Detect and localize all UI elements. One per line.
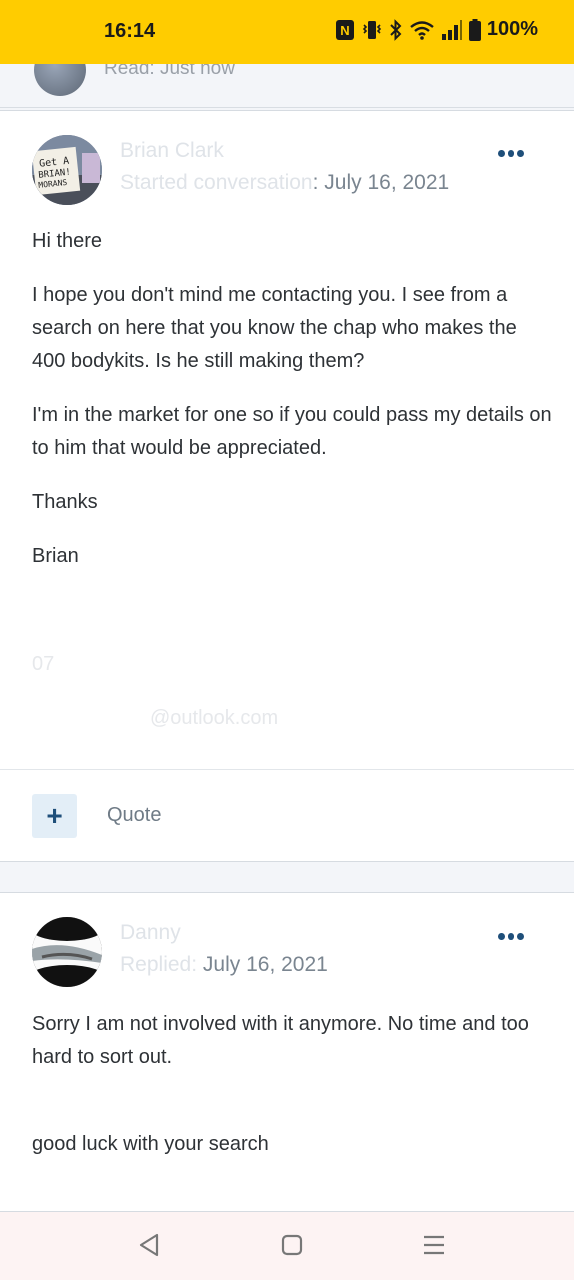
avatar[interactable]: Get A BRIAN! MORANS [32, 135, 102, 205]
wifi-icon [410, 20, 434, 40]
battery-percent: 100% [486, 18, 538, 40]
avatar-image [32, 917, 102, 987]
svg-text:N: N [340, 23, 349, 38]
home-square-icon[interactable] [280, 1232, 304, 1258]
post-meta: Started conversation: July 16, 2021 [120, 171, 449, 195]
author-name[interactable]: Brian Clark [120, 139, 224, 163]
message-paragraph: Brian [32, 545, 79, 567]
email-address: @outlook.com [150, 707, 279, 729]
meta-date: : July 16, 2021 [312, 171, 450, 194]
status-time: 16:14 [104, 20, 156, 42]
signal-icon [441, 19, 462, 40]
previous-avatar[interactable] [34, 64, 86, 96]
message-paragraph: good luck with your search [32, 1133, 269, 1155]
post-meta: Replied: July 16, 2021 [120, 953, 328, 977]
quote-button[interactable]: Quote [107, 804, 161, 827]
vibrate-icon [362, 20, 381, 39]
meta-prefix: Replied: [120, 953, 198, 976]
meta-prefix: Started conversation [120, 171, 313, 194]
more-options-icon[interactable] [498, 931, 525, 941]
author-name[interactable]: Danny [120, 921, 181, 945]
avatar[interactable] [32, 917, 102, 987]
navigation-bar [0, 1212, 574, 1280]
message-paragraph: Thanks [32, 491, 98, 513]
message-paragraph: I hope you don't mind me contacting you.… [32, 284, 517, 372]
message-card-1: Get A BRIAN! MORANS Brian Clark Started … [0, 110, 574, 862]
divider [0, 769, 574, 770]
message-paragraph: Hi there [32, 230, 103, 252]
status-icons: N 100% [335, 18, 538, 41]
status-bar: 16:14 N 100% [0, 0, 574, 64]
message-paragraph: Sorry I am not involved with it anymore.… [32, 1013, 529, 1068]
avatar-image: Get A BRIAN! MORANS [32, 135, 102, 205]
meta-date: July 16, 2021 [202, 953, 328, 976]
more-options-icon[interactable] [498, 148, 525, 158]
phone-number: 07 [32, 653, 55, 675]
read-status: Read: Just now [104, 64, 235, 79]
bluetooth-icon [390, 18, 402, 41]
back-triangle-icon[interactable] [136, 1232, 162, 1258]
battery-icon [468, 18, 481, 41]
react-plus-button[interactable]: + [32, 794, 77, 838]
nfc-icon: N [335, 19, 354, 40]
message-card-2: Danny Replied: July 16, 2021 Sorry I am … [0, 892, 574, 1212]
message-paragraph: I'm in the market for one so if you coul… [32, 404, 552, 459]
menu-lines-icon[interactable] [422, 1232, 446, 1258]
previous-post-strip: Read: Just now [0, 64, 574, 108]
